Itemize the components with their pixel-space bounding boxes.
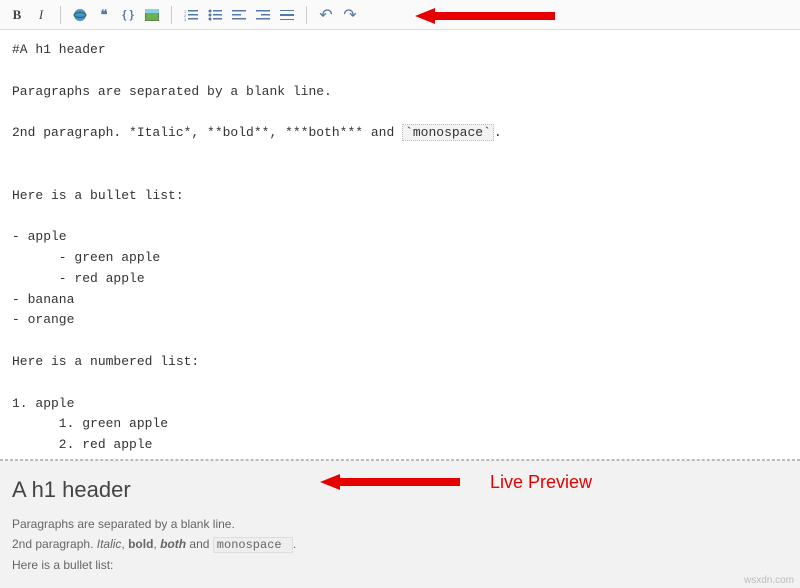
align-left-button[interactable]	[228, 4, 250, 26]
preview-paragraph: Paragraphs are separated by a blank line…	[12, 517, 788, 531]
unordered-list-button[interactable]	[204, 4, 226, 26]
image-button[interactable]	[141, 4, 163, 26]
undo-button[interactable]: ↶	[315, 4, 337, 26]
editor-line: 1. green apple	[12, 416, 168, 431]
editor-monospace: `monospace`	[402, 124, 494, 141]
live-preview-pane: A h1 header Paragraphs are separated by …	[0, 460, 800, 588]
editor-line: Paragraphs are separated by a blank line…	[12, 84, 332, 99]
editor-line: - orange	[12, 312, 74, 327]
editor-line: - red apple	[12, 271, 145, 286]
editor-line: 1. apple	[12, 396, 74, 411]
editor-line: - green apple	[12, 250, 160, 265]
align-right-button[interactable]	[252, 4, 274, 26]
hr-button[interactable]	[276, 4, 298, 26]
editor-line: - apple	[12, 229, 67, 244]
editor-toolbar: B I ❝ { } 123 ↶ ↷	[0, 0, 800, 30]
preview-paragraph: Here is a bullet list:	[12, 558, 788, 572]
editor-line: #A h1 header	[12, 42, 106, 57]
svg-text:3: 3	[184, 17, 187, 21]
toolbar-separator	[60, 6, 61, 24]
editor-line: 2nd paragraph. *Italic*, **bold**, ***bo…	[12, 125, 402, 140]
editor-line: .	[494, 125, 502, 140]
editor-line: Here is a bullet list:	[12, 188, 184, 203]
preview-monospace: monospace	[213, 537, 293, 553]
markdown-source-editor[interactable]: #A h1 header Paragraphs are separated by…	[0, 30, 800, 460]
italic-button[interactable]: I	[30, 4, 52, 26]
editor-line: Here is a numbered list:	[12, 354, 199, 369]
ordered-list-button[interactable]: 123	[180, 4, 202, 26]
annotation-label: Live Preview	[490, 472, 592, 493]
preview-bold: bold	[128, 537, 153, 551]
bold-button[interactable]: B	[6, 4, 28, 26]
code-button[interactable]: { }	[117, 4, 139, 26]
preview-italic: Italic	[97, 537, 122, 551]
preview-h1: A h1 header	[12, 477, 788, 503]
preview-bold-italic: both	[160, 537, 186, 551]
redo-button[interactable]: ↷	[339, 4, 361, 26]
toolbar-separator	[306, 6, 307, 24]
editor-line: - banana	[12, 292, 74, 307]
preview-paragraph: 2nd paragraph. Italic, bold, both and mo…	[12, 537, 788, 552]
editor-line: 2. red apple	[12, 437, 152, 452]
quote-button[interactable]: ❝	[93, 4, 115, 26]
link-button[interactable]	[69, 4, 91, 26]
watermark-text: wsxdn.com	[744, 575, 794, 586]
toolbar-separator	[171, 6, 172, 24]
